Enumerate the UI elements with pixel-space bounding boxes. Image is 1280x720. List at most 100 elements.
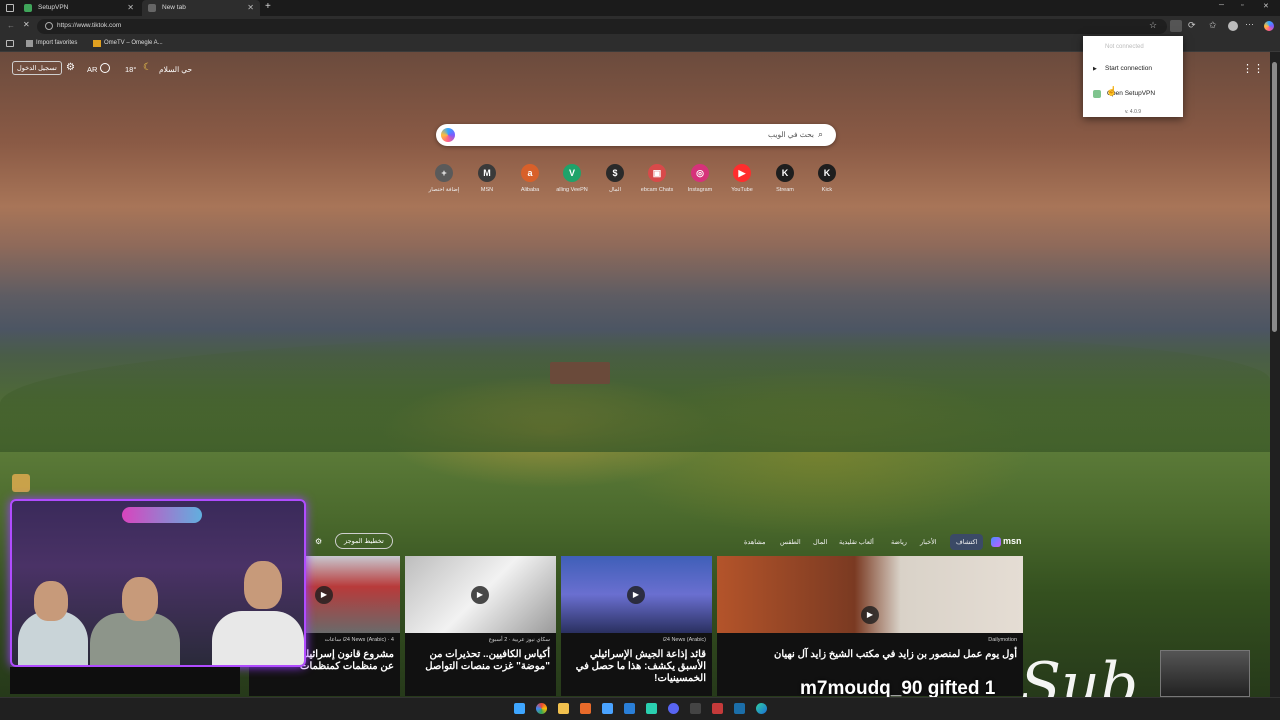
person-left-face — [34, 581, 68, 621]
feed-tab-watch[interactable]: مشاهدة — [744, 538, 766, 546]
search-icon[interactable]: ⌕ — [818, 129, 828, 139]
start-connection-button[interactable]: Start connection — [1105, 65, 1152, 72]
tab-setupvpn[interactable]: SetupVPN ✕ — [18, 0, 140, 16]
calculator-icon[interactable] — [624, 703, 635, 714]
weather-location[interactable]: حي السلام — [159, 65, 192, 74]
feed-tab-weather[interactable]: الطقس — [780, 538, 801, 546]
feed-layout-button[interactable]: تخطيط الموجز — [335, 533, 393, 549]
news-card[interactable]: ▶ سكاي نيوز عربية · 2 أسبوع أكياس الكافي… — [405, 556, 556, 696]
plus-icon: + — [435, 164, 453, 182]
back-icon[interactable]: ← — [7, 21, 15, 30]
scrollbar-thumb[interactable] — [1272, 62, 1277, 332]
feed-tab-sports[interactable]: رياضة — [891, 538, 907, 546]
xbox-icon[interactable] — [690, 703, 701, 714]
setupvpn-icon — [24, 4, 32, 12]
weather-moon-icon: ☾ — [143, 62, 152, 73]
kick-icon: K — [818, 164, 836, 182]
url-text[interactable]: https://www.tiktok.com — [57, 22, 121, 29]
restore-icon[interactable]: ▫ — [1241, 2, 1243, 9]
windows-start-icon[interactable] — [514, 703, 525, 714]
money-icon: $ — [606, 164, 624, 182]
play-icon[interactable]: ▶ — [627, 586, 645, 604]
loading-stop-icon[interactable]: ✕ — [23, 20, 30, 29]
kick-stream-icon: K — [776, 164, 794, 182]
quick-link[interactable]: M MSN — [467, 164, 507, 193]
close-tab-icon[interactable]: ✕ — [127, 0, 134, 16]
quick-link[interactable]: $ المال — [595, 164, 635, 193]
site-info-icon[interactable] — [45, 22, 53, 30]
minimize-icon[interactable]: ─ — [1219, 2, 1224, 9]
quick-link[interactable]: ◎ Instagram — [680, 164, 720, 193]
close-tab-icon[interactable]: ✕ — [247, 0, 254, 16]
news-card[interactable]: ▶ Dailymotion أول يوم عمل لمنصور بن زايد… — [717, 556, 1023, 696]
quick-link-label: المال — [608, 187, 622, 193]
sidebar-toggle-icon[interactable] — [6, 4, 14, 12]
news-card[interactable]: ▶ i24 News (Arabic) قائد إذاعة الجيش الإ… — [561, 556, 712, 696]
file-explorer-icon[interactable] — [558, 703, 569, 714]
tab-strip: SetupVPN ✕ New tab ✕ + ─ ▫ ✕ — [0, 0, 1280, 16]
feed-settings-icon[interactable]: ⚙ — [315, 537, 322, 546]
windows-taskbar — [0, 697, 1280, 720]
setupvpn-extension-icon[interactable] — [1170, 20, 1182, 32]
folder-icon — [93, 40, 101, 47]
feed-tab-money[interactable]: المال — [813, 538, 827, 546]
feed-layout-label: تخطيط الموجز — [344, 538, 384, 545]
close-window-icon[interactable]: ✕ — [1263, 2, 1269, 10]
news-card-source: Dailymotion — [988, 637, 1017, 643]
msn-brand[interactable]: msn — [1003, 536, 1022, 546]
signin-button[interactable]: تسجيل الدخول — [12, 61, 62, 75]
chrome-icon[interactable] — [536, 703, 547, 714]
news-card-title: أكياس الكافيين.. تحذيرات من "موضة" غزت م… — [425, 649, 550, 672]
capcut-icon[interactable] — [646, 703, 657, 714]
play-icon[interactable]: ▶ — [315, 586, 333, 604]
quick-link[interactable]: ▶ YouTube — [722, 164, 762, 193]
quick-link[interactable]: K Kick — [807, 164, 847, 193]
app-icon[interactable] — [712, 703, 723, 714]
vpn-status: Not connected — [1105, 44, 1144, 50]
app-icon[interactable] — [580, 703, 591, 714]
profile-avatar[interactable] — [1228, 21, 1238, 31]
favorite-star-icon[interactable]: ☆ — [1149, 20, 1157, 31]
person-right-face — [244, 561, 282, 609]
address-bar[interactable] — [37, 19, 1167, 34]
web-search-box[interactable]: بحث في الويب ⌕ — [436, 124, 836, 146]
favorites-icon[interactable]: ✩ — [1209, 20, 1217, 31]
discord-icon[interactable] — [668, 703, 679, 714]
settings-gear-icon[interactable]: ⚙ — [66, 62, 75, 73]
copilot-icon[interactable] — [1264, 21, 1274, 31]
new-tab-icon — [148, 4, 156, 12]
more-menu-icon[interactable]: ⋯ — [1245, 19, 1254, 30]
feed-tab-discover[interactable]: اكتشاف — [950, 534, 984, 550]
notepad-icon[interactable] — [602, 703, 613, 714]
reading-list-icon[interactable] — [6, 40, 14, 47]
play-icon[interactable]: ▶ — [471, 586, 489, 604]
quick-link[interactable]: a Alibaba — [510, 164, 550, 193]
apps-grid-icon[interactable]: ⋮⋮ — [1242, 62, 1264, 75]
copilot-icon[interactable] — [441, 128, 455, 142]
quick-link[interactable]: Valling VeePN — [552, 164, 592, 193]
play-icon: ▶ — [1093, 66, 1097, 72]
edge-icon[interactable] — [756, 703, 767, 714]
quick-link[interactable]: + إضافة اختصار — [424, 164, 464, 193]
bookmark-ometv[interactable]: OmeTV – Omegle A... — [104, 40, 163, 46]
globe-icon[interactable] — [100, 63, 110, 73]
person-center — [90, 613, 180, 665]
bookmark-import-favorites[interactable]: Import favorites — [36, 40, 77, 46]
language-label[interactable]: AR — [87, 65, 97, 74]
quick-link[interactable]: K Stream — [765, 164, 805, 193]
play-icon[interactable]: ▶ — [861, 606, 879, 624]
setupvpn-popup: Not connected ▶ Start connection Open Se… — [1083, 36, 1183, 117]
msn-icon: M — [478, 164, 496, 182]
feed-tab-news[interactable]: الأخبار — [920, 538, 937, 546]
webcam-neon-light — [122, 507, 202, 523]
news-card-title: قائد إذاعة الجيش الإسرائيلي الأسبق يكشف:… — [575, 649, 706, 684]
search-input[interactable]: بحث في الويب — [768, 130, 814, 139]
new-tab-button[interactable]: + — [265, 1, 271, 12]
refresh-icon[interactable]: ⟳ — [1188, 20, 1196, 31]
feed-tab-games[interactable]: ألعاب تقليدية — [839, 538, 874, 546]
person-center-face — [122, 577, 158, 621]
tab-new-tab[interactable]: New tab ✕ — [142, 0, 260, 16]
steam-icon[interactable] — [734, 703, 745, 714]
weather-temperature[interactable]: 18° — [125, 65, 136, 74]
quick-link[interactable]: ▣ ebcam Chats — [637, 164, 677, 193]
